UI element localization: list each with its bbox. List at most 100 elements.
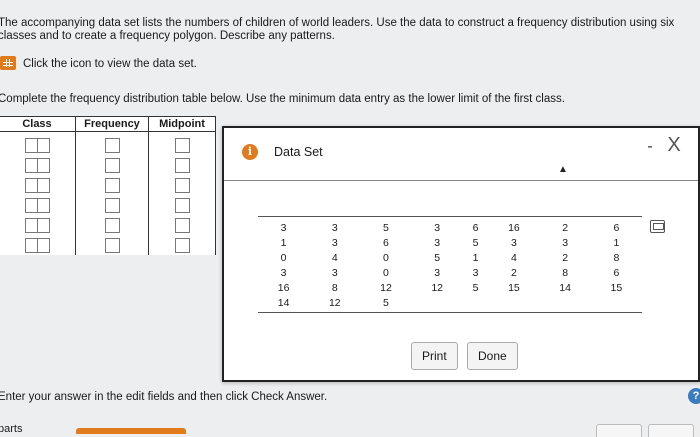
class-input-pair xyxy=(24,238,50,253)
frequency-table: Class Frequency Midpoint xyxy=(0,116,216,255)
frequency-input[interactable] xyxy=(104,138,120,153)
data-cell: 8 xyxy=(562,266,569,279)
data-cell: 5 xyxy=(360,216,412,235)
frequency-input[interactable] xyxy=(104,158,120,173)
data-row: 14 12 5 xyxy=(258,295,642,313)
class-column xyxy=(0,131,76,255)
midpoint-input[interactable] xyxy=(174,238,190,253)
bottom-button[interactable] xyxy=(596,424,642,437)
frequency-input[interactable] xyxy=(104,218,120,233)
data-cell: 3 xyxy=(331,266,338,279)
copy-data-icon[interactable] xyxy=(650,220,665,233)
data-cell: 2 xyxy=(562,251,569,264)
frequency-column xyxy=(75,131,149,255)
data-set-icon[interactable] xyxy=(0,56,16,70)
data-cell: 3 xyxy=(258,216,310,235)
data-cell: 0 xyxy=(280,251,287,264)
class-lower-input[interactable] xyxy=(24,178,38,193)
data-cell: 12 xyxy=(431,281,443,294)
data-cell: 4 xyxy=(331,251,338,264)
question-line-1: The accompanying data set lists the numb… xyxy=(0,17,675,29)
data-row: 0 4 0 5 1 4 2 8 xyxy=(258,250,642,265)
dialog-header: i Data Set - X xyxy=(224,128,698,181)
midpoint-input[interactable] xyxy=(174,138,190,153)
data-cell xyxy=(411,295,463,313)
header-frequency: Frequency xyxy=(75,116,149,132)
mouse-cursor-icon: ▲ xyxy=(558,164,568,175)
data-cell: 3 xyxy=(331,236,338,249)
class-lower-input[interactable] xyxy=(24,218,38,233)
data-cell: 15 xyxy=(508,281,520,294)
class-input-pair xyxy=(24,158,50,173)
class-upper-input[interactable] xyxy=(37,158,50,173)
data-cell: 1 xyxy=(613,236,620,249)
class-upper-input[interactable] xyxy=(37,238,50,253)
data-cell: 3 xyxy=(511,236,517,249)
class-input-pair xyxy=(24,178,50,193)
class-input-pair xyxy=(24,138,50,153)
midpoint-input[interactable] xyxy=(174,178,190,193)
data-cell: 12 xyxy=(309,295,361,313)
frequency-input[interactable] xyxy=(104,178,120,193)
class-input-pair xyxy=(24,198,50,213)
data-cell: 3 xyxy=(562,236,569,249)
data-cell: 3 xyxy=(411,216,463,235)
minimize-button[interactable]: - xyxy=(642,139,658,156)
complete-table-instruction: Complete the frequency distribution tabl… xyxy=(0,93,565,105)
class-upper-input[interactable] xyxy=(37,218,50,233)
data-cell: 6 xyxy=(590,216,642,235)
enter-answer-text: Enter your answer in the edit fields and… xyxy=(0,391,328,403)
data-row: 1 3 6 3 5 3 3 1 xyxy=(258,235,642,250)
class-upper-input[interactable] xyxy=(37,178,50,193)
data-row: 3 3 0 3 3 2 8 6 xyxy=(258,265,642,280)
frequency-input[interactable] xyxy=(104,238,120,253)
data-set-table: 3 3 5 3 6 16 2 6 1 3 6 3 5 3 3 1 0 4 0 5 1 4 2 8 3 3 0 3 3 2 8 6 16 8 12 12… xyxy=(258,216,642,313)
midpoint-input[interactable] xyxy=(174,218,190,233)
data-cell: 5 xyxy=(472,236,479,249)
bottom-button[interactable] xyxy=(648,424,694,437)
class-lower-input[interactable] xyxy=(24,238,38,253)
data-cell: 3 xyxy=(472,266,479,279)
data-cell xyxy=(488,295,540,313)
data-cell: 3 xyxy=(434,266,441,279)
question-line-2: classes and to create a frequency polygo… xyxy=(0,30,335,42)
class-lower-input[interactable] xyxy=(24,158,38,173)
done-button[interactable]: Done xyxy=(467,342,518,370)
data-cell: 3 xyxy=(309,216,361,235)
data-row: 16 8 12 12 5 15 14 15 xyxy=(258,280,642,295)
info-icon: i xyxy=(242,144,258,160)
data-cell: 16 xyxy=(488,216,540,235)
data-cell: 1 xyxy=(472,251,479,264)
data-cell: 2 xyxy=(539,216,591,235)
data-row: 3 3 5 3 6 16 2 6 xyxy=(258,216,642,235)
print-button[interactable]: Print xyxy=(411,342,458,370)
midpoint-input[interactable] xyxy=(174,198,190,213)
data-cell: 0 xyxy=(383,251,389,264)
data-cell: 4 xyxy=(511,251,517,264)
midpoint-input[interactable] xyxy=(174,158,190,173)
data-cell: 3 xyxy=(434,236,441,249)
class-lower-input[interactable] xyxy=(24,198,38,213)
class-input-pair xyxy=(24,218,50,233)
data-cell: 8 xyxy=(331,281,338,294)
class-upper-input[interactable] xyxy=(37,198,50,213)
data-cell: 0 xyxy=(383,266,389,279)
data-cell: 14 xyxy=(559,281,571,294)
data-cell xyxy=(462,295,489,313)
data-cell: 1 xyxy=(280,236,287,249)
data-set-dialog: i Data Set - X ▲ 3 3 5 3 6 16 2 6 1 3 6 3 5 3 3 1 0 4 0 5 1 4… xyxy=(222,126,700,382)
help-icon[interactable]: ? xyxy=(688,388,700,404)
data-cell: 14 xyxy=(258,295,310,313)
close-button[interactable]: X xyxy=(664,135,684,156)
class-upper-input[interactable] xyxy=(37,138,50,153)
class-lower-input[interactable] xyxy=(24,138,38,153)
data-cell: 3 xyxy=(280,266,287,279)
data-cell: 12 xyxy=(380,281,392,294)
data-cell: 5 xyxy=(360,295,412,313)
data-cell xyxy=(590,295,642,313)
data-cell: 5 xyxy=(472,281,479,294)
data-cell: 16 xyxy=(277,281,290,294)
frequency-input[interactable] xyxy=(104,198,120,213)
midpoint-column xyxy=(148,131,216,255)
data-cell: 15 xyxy=(610,281,623,294)
